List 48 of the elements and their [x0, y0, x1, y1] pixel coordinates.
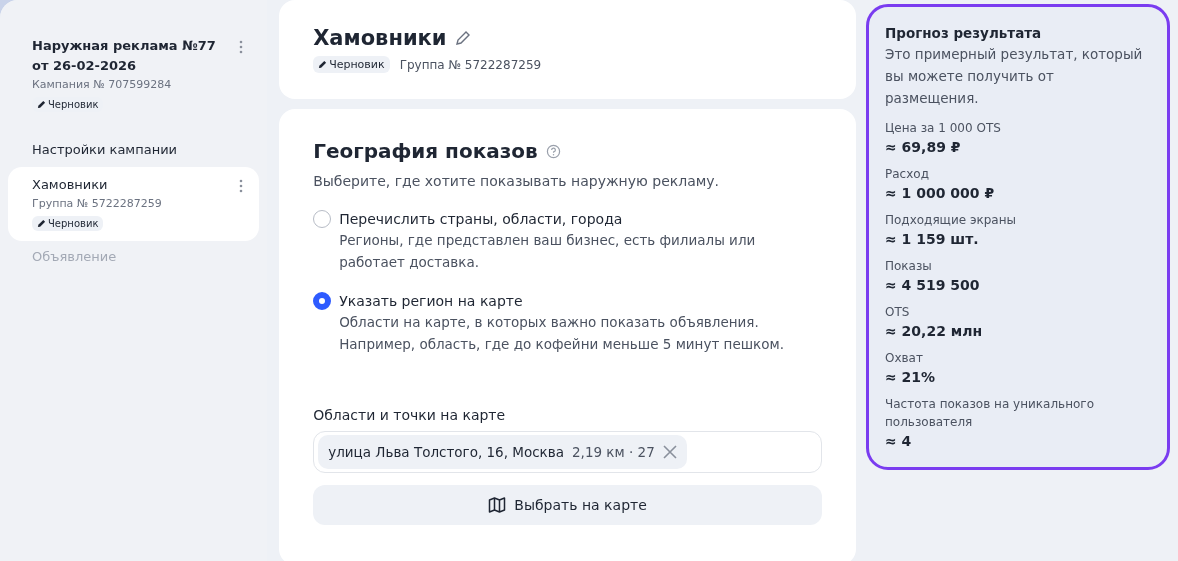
pencil-icon: [318, 60, 328, 69]
metric-value: ≈ 1 159 шт.: [885, 231, 980, 247]
pencil-icon: [37, 219, 46, 228]
forecast-title: Прогноз результата: [885, 25, 1043, 41]
campaign-number: Кампания № 707599284: [32, 78, 172, 91]
forecast-subtitle: Это примерный результат, который вы можете получить от размещения.: [885, 45, 1144, 108]
radio-button[interactable]: [313, 292, 332, 310]
status-badge: Черновик: [32, 216, 104, 231]
locations-field[interactable]: улица Льва Толстого, 16, Москва 2,19 км · 27: [313, 431, 822, 473]
more-icon[interactable]: [239, 179, 244, 193]
metric-label: OTS: [885, 304, 911, 321]
help-icon[interactable]: [545, 143, 561, 159]
metric-label: Подходящие экраны: [885, 212, 1018, 229]
metric-value: ≈ 4 519 500: [885, 277, 981, 293]
pencil-icon: [37, 100, 46, 109]
page-title: Хамовники: [313, 26, 447, 50]
field-label: Области и точки на карте: [313, 407, 507, 423]
map-icon: [488, 496, 507, 514]
group-number: Группа № 5722287259: [399, 57, 542, 72]
section-subtitle: Выберите, где хотите показывать наружную рекламу.: [313, 173, 721, 189]
group-number: Группа № 5722287259: [32, 197, 162, 210]
section-title: География показов: [313, 139, 538, 163]
radio-button[interactable]: [313, 210, 332, 228]
metric-label: Охват: [885, 350, 924, 367]
metric-label: Цена за 1 000 OTS: [885, 120, 1002, 137]
chip-detail: 2,19 км · 27: [572, 444, 655, 460]
metric-value: ≈ 1 000 000 ₽: [885, 185, 996, 201]
option-label: Перечислить страны, области, города: [339, 210, 623, 229]
metric-label: Показы: [885, 258, 933, 275]
chip-address: улица Льва Толстого, 16, Москва: [328, 444, 564, 460]
section-heading: Настройки кампании: [31, 141, 179, 159]
metric-value: ≈ 20,22 млн: [885, 323, 984, 339]
campaign-title: Наружная реклама №77 от 26-02-2026: [32, 37, 217, 75]
group-title: Хамовники: [32, 176, 108, 194]
option-description: Области на карте, в которых важно показать объявления. Например, область, где до кофейни меньше 5 минут пешком.: [339, 313, 785, 354]
close-icon[interactable]: [662, 445, 677, 459]
metric-value: ≈ 4: [885, 433, 913, 449]
metric-label: Расход: [885, 166, 930, 183]
pencil-icon[interactable]: [454, 30, 471, 46]
option-description: Регионы, где представлен ваш бизнес, есть филиалы или работает доставка.: [339, 231, 757, 272]
metric-label: Частота показов на уникального пользователя: [885, 396, 1095, 431]
map-button[interactable]: Выбрать на карте: [313, 485, 822, 525]
metric-value: ≈ 69,89 ₽: [885, 139, 962, 155]
sidebar-item[interactable]: Хамовники Группа № 5722287259 Черновик: [8, 167, 260, 241]
option-label: Указать регион на карте: [339, 292, 523, 311]
status-badge: Черновик: [313, 56, 390, 73]
more-icon[interactable]: [239, 40, 244, 54]
metric-value: ≈ 21%: [885, 369, 937, 385]
